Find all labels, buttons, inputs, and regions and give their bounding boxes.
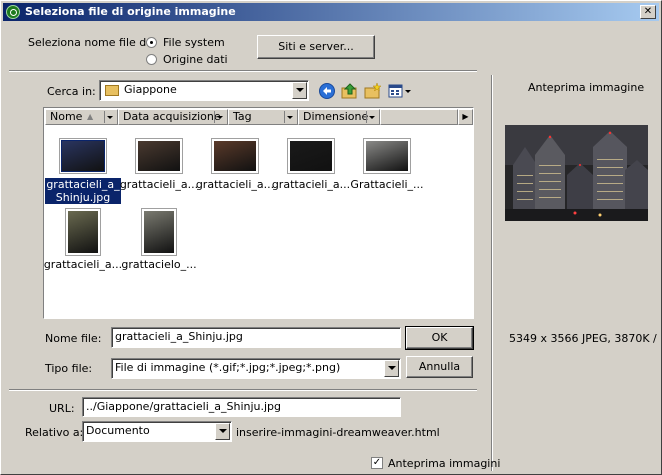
column-header-date[interactable]: Data acquisizione xyxy=(118,109,228,125)
sites-servers-button[interactable]: Siti e server... xyxy=(257,35,375,59)
filetype-value: File di immagine (*.gif;*.jpg;*.jpeg;*.p… xyxy=(115,361,341,374)
column-header-tag[interactable]: Tag xyxy=(228,109,298,125)
column-header-empty xyxy=(380,109,458,125)
view-menu-icon[interactable] xyxy=(387,82,413,100)
file-list[interactable]: Nome ▲ Data acquisizione Tag Dimensione ▶… xyxy=(43,107,474,319)
file-thumbnail[interactable] xyxy=(135,138,183,174)
url-label: URL: xyxy=(49,402,75,415)
file-name-label[interactable]: grattacieli_a_Shinju.jpg xyxy=(45,178,121,204)
relative-document: inserire-immagini-dreamweaver.html xyxy=(236,426,440,439)
file-thumbnail[interactable] xyxy=(363,138,411,174)
url-input[interactable]: ../Giappone/grattacieli_a_Shinju.jpg xyxy=(82,397,401,417)
preview-title: Anteprima immagine xyxy=(528,81,645,94)
column-header-size[interactable]: Dimensione xyxy=(298,109,380,125)
file-thumbnail[interactable] xyxy=(59,138,107,174)
relative-select[interactable]: Documento xyxy=(82,421,232,442)
file-name-label[interactable]: grattacieli_a... xyxy=(43,258,123,271)
preview-checkbox[interactable]: ✓ xyxy=(371,457,383,469)
folder-icon xyxy=(105,85,119,96)
relative-label: Relativo a: xyxy=(25,426,84,439)
radio-data-source[interactable] xyxy=(146,54,157,65)
relative-value: Documento xyxy=(86,424,150,437)
file-thumbnail[interactable] xyxy=(287,138,335,174)
back-icon[interactable] xyxy=(318,82,336,100)
thumbnail-image xyxy=(138,141,180,171)
bottom-separator xyxy=(9,389,477,391)
preview-info: 5349 x 3566 JPEG, 3870K / xyxy=(509,332,657,345)
filetype-dropdown-button[interactable] xyxy=(384,360,399,377)
file-thumbnail[interactable] xyxy=(211,138,259,174)
column-header-name[interactable]: Nome ▲ xyxy=(45,109,118,125)
file-name-label[interactable]: grattacieli_a... xyxy=(195,178,275,191)
filetype-label: Tipo file: xyxy=(45,362,93,375)
window-title: Seleziona file di origine immagine xyxy=(25,5,236,18)
lookin-combo[interactable]: Giappone xyxy=(99,80,309,101)
preview-divider xyxy=(491,75,493,471)
thumbnail-image xyxy=(214,141,256,171)
preview-skyline xyxy=(505,125,648,221)
ok-button[interactable]: OK xyxy=(405,326,474,350)
file-thumbnail[interactable] xyxy=(141,208,177,256)
radio-data-source-label: Origine dati xyxy=(163,53,228,66)
preview-checkbox-label: Anteprima immagini xyxy=(388,457,501,470)
new-folder-icon[interactable] xyxy=(364,82,382,100)
thumbnail-image xyxy=(366,141,408,171)
up-folder-icon[interactable] xyxy=(341,82,359,100)
thumbnail-image xyxy=(61,140,105,172)
dreamweaver-icon xyxy=(6,5,20,19)
filename-label: Nome file: xyxy=(45,332,102,345)
radio-file-system-label: File system xyxy=(163,36,225,49)
file-name-label[interactable]: grattacieli_a... xyxy=(271,178,351,191)
lookin-dropdown-button[interactable] xyxy=(292,82,307,99)
file-name-label[interactable]: Grattacieli_... xyxy=(347,178,427,191)
title-bar[interactable]: Seleziona file di origine immagine ✕ xyxy=(3,3,659,21)
lookin-folder: Giappone xyxy=(124,83,177,96)
filename-input[interactable]: grattacieli_a_Shinju.jpg xyxy=(111,327,401,348)
thumbnail-image xyxy=(68,211,98,253)
file-name-label[interactable]: grattacielo_... xyxy=(119,258,199,271)
cancel-button[interactable]: Annulla xyxy=(406,356,473,378)
thumbnail-image xyxy=(290,141,332,171)
close-button[interactable]: ✕ xyxy=(640,5,656,19)
dialog-window: Seleziona file di origine immagine ✕ Sel… xyxy=(0,0,662,475)
scroll-right-button[interactable]: ▶ xyxy=(458,109,473,125)
lookin-label: Cerca in: xyxy=(47,85,96,98)
filetype-select[interactable]: File di immagine (*.gif;*.jpg;*.jpeg;*.p… xyxy=(111,358,401,379)
file-thumbnail[interactable] xyxy=(65,208,101,256)
source-label: Seleziona nome file da: xyxy=(28,36,157,49)
radio-file-system[interactable] xyxy=(146,37,157,48)
relative-dropdown-button[interactable] xyxy=(215,423,230,440)
top-separator xyxy=(9,70,477,72)
thumbnail-image xyxy=(144,211,174,253)
file-name-label[interactable]: grattacieli_a... xyxy=(119,178,199,191)
preview-image xyxy=(505,125,648,221)
